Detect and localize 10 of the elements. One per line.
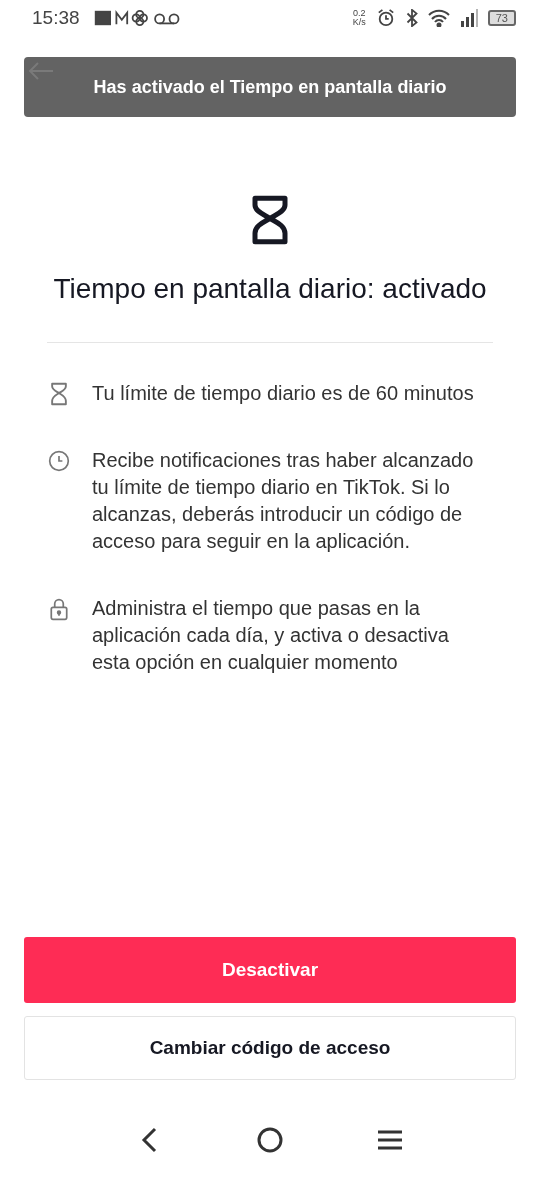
toast-message: Has activado el Tiempo en pantalla diario xyxy=(24,57,516,117)
info-text: Administra el tiempo que pasas en la aplicación cada día, y activa o desactiva esta opción en cualquier momento xyxy=(92,596,450,675)
network-speed: 0.2 K/s xyxy=(352,8,366,27)
change-code-button[interactable]: Cambiar código de acceso xyxy=(24,1016,516,1080)
status-time: 15:38 xyxy=(32,6,80,29)
battery-indicator: 73 xyxy=(487,9,516,26)
deactivate-button[interactable]: Desactivar xyxy=(24,937,516,1003)
info-text: Tu límite de tiempo diario es de 60 minutos xyxy=(92,381,474,406)
info-text: Recibe notificaciones tras haber alcanzado tu límite de tiempo diario en TikTok. Si lo alcanzas, deberás introducir un código de acceso para seguir en la aplicación. xyxy=(92,448,475,554)
page-title: Tiempo en pantalla diario: activado xyxy=(52,273,488,305)
